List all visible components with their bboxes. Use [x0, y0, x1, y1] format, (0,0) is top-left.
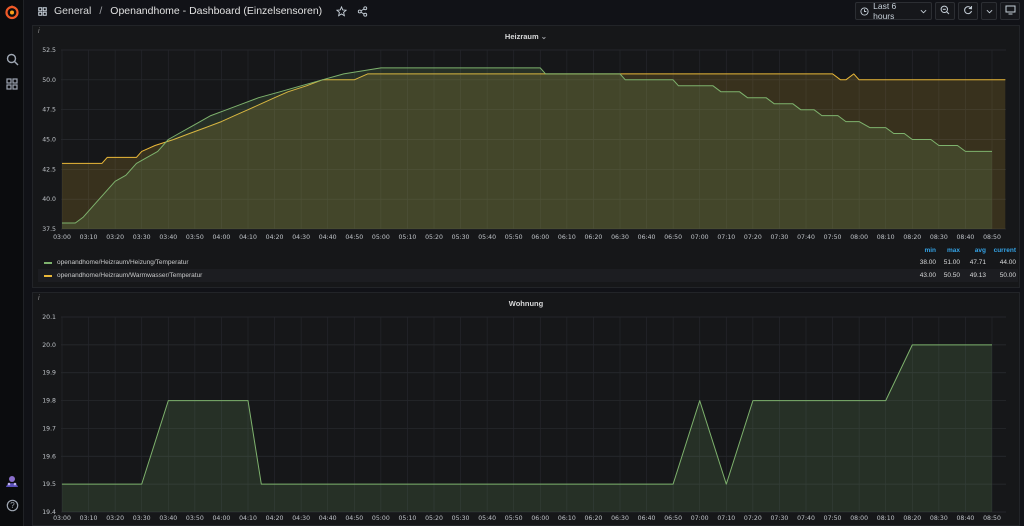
legend-swatch — [44, 261, 52, 264]
clock-icon — [860, 4, 869, 18]
share-icon[interactable] — [355, 4, 369, 18]
legend-value-min: 38.00 — [919, 259, 936, 266]
refresh-button[interactable] — [958, 2, 978, 20]
monitor-icon — [1005, 5, 1016, 17]
panel-wohnung: i Wohnung — [32, 292, 1020, 526]
legend-value-min: 43.00 — [919, 272, 936, 279]
legend-series-name: openandhome/Heizraum/Warmwasser/Temperat… — [57, 272, 203, 279]
breadcrumb: General / Openandhome - Dashboard (Einze… — [35, 4, 369, 18]
grafana-logo-icon[interactable] — [3, 3, 21, 21]
refresh-interval-dropdown[interactable] — [981, 2, 997, 20]
zoom-out-button[interactable] — [935, 2, 955, 20]
legend-value-avg: 49.13 — [969, 272, 986, 279]
time-range-label: Last 6 hours — [873, 1, 897, 21]
dashboards-grid-icon — [35, 4, 49, 18]
star-icon[interactable] — [334, 4, 348, 18]
legend-value-max: 50.50 — [943, 272, 960, 279]
panel-title-text: Heizraum — [504, 32, 539, 41]
svg-text:?: ? — [10, 501, 15, 510]
legend-row-warmwasser[interactable]: openandhome/Heizraum/Warmwasser/Temperat… — [38, 269, 1018, 282]
panel-heizraum: i Heizraum ⌄ — [32, 25, 1020, 288]
search-icon[interactable] — [3, 50, 21, 68]
time-range-picker[interactable]: Last 6 hours — [855, 1, 932, 21]
legend-series-name: openandhome/Heizraum/Heizung/Temperatur — [57, 259, 189, 266]
dashboard-navbar: General / Openandhome - Dashboard (Einze… — [24, 0, 1024, 22]
legend-swatch — [44, 274, 52, 277]
legend-value-current: 50.00 — [999, 272, 1016, 279]
panel-title-heizraum[interactable]: Heizraum ⌄ — [33, 32, 1019, 41]
user-avatar-icon[interactable] — [3, 472, 21, 490]
time-controls: Last 6 hours — [855, 0, 1020, 22]
tv-mode-button[interactable] — [1000, 2, 1020, 20]
chevron-down-icon — [920, 4, 927, 18]
help-icon[interactable]: ? — [3, 496, 21, 514]
dashboards-grid-icon[interactable] — [3, 75, 21, 93]
dashboard-title[interactable]: Openandhome - Dashboard (Einzelsensoren) — [110, 5, 322, 17]
grafana-app: ? General / Openandhome - Dashboard (Ein… — [0, 0, 1024, 526]
legend-row-heizung[interactable]: openandhome/Heizraum/Heizung/Temperatur — [38, 256, 1018, 269]
chevron-down-icon: ⌄ — [540, 32, 548, 41]
breadcrumb-separator: / — [99, 5, 103, 17]
side-menu: ? — [0, 0, 24, 526]
legend-value-current: 44.00 — [999, 259, 1016, 266]
zoom-out-icon — [940, 5, 950, 17]
breadcrumb-folder[interactable]: General — [54, 5, 91, 17]
refresh-icon — [963, 5, 973, 17]
legend-value-max: 51.00 — [943, 259, 960, 266]
panel-title-wohnung[interactable]: Wohnung — [33, 299, 1019, 308]
legend-value-avg: 47.71 — [969, 259, 986, 266]
chevron-down-icon — [986, 6, 993, 16]
